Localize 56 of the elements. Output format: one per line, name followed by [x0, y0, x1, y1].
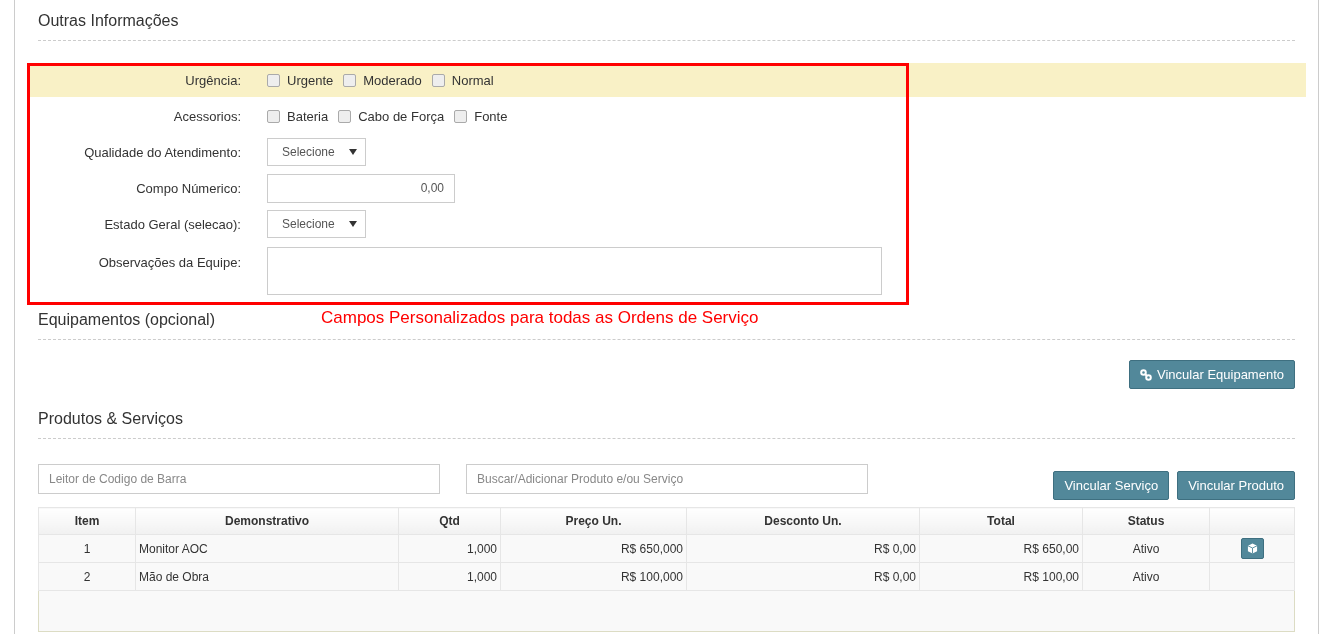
table-cell: 1,000: [398, 534, 501, 563]
number-field[interactable]: 0,00: [267, 173, 455, 203]
table-cell: 2: [38, 562, 136, 591]
column-header: Status: [1082, 507, 1210, 535]
table-cell: R$ 100,000: [500, 562, 687, 591]
checkbox[interactable]: [338, 109, 352, 123]
link-equipment-button[interactable]: Vincular Equipamento: [1129, 360, 1295, 389]
barcode-field[interactable]: Leitor de Codigo de Barra: [38, 464, 440, 494]
field-label: Observações da Equipe:: [97, 254, 242, 270]
field-label: Urgência:: [184, 72, 242, 88]
section-title: Produtos & Serviços: [38, 404, 1295, 439]
field-label: Estado Geral (selecao):: [103, 216, 242, 232]
table-cell: R$ 650,000: [500, 534, 687, 563]
checkbox-label: Moderado: [363, 72, 422, 88]
field-label: Qualidade do Atendimento:: [83, 144, 242, 160]
checkbox[interactable]: [454, 109, 468, 123]
column-header: Total: [919, 507, 1083, 535]
table-cell: R$ 0,00: [686, 562, 920, 591]
table-cell: Monitor AOC: [135, 534, 399, 563]
column-header: Demonstrativo: [135, 507, 399, 535]
column-header: Desconto Un.: [686, 507, 920, 535]
textarea-field[interactable]: [267, 247, 882, 295]
column-header: Item: [38, 507, 136, 535]
checkbox-label: Cabo de Força: [358, 108, 445, 124]
table-cell: R$ 650,00: [919, 534, 1083, 563]
link-button[interactable]: Vincular Serviço: [1053, 471, 1170, 500]
checkbox[interactable]: [267, 109, 280, 123]
checkbox[interactable]: [431, 73, 445, 87]
column-header: Qtd: [398, 507, 501, 535]
select-dropdown[interactable]: Selecione: [267, 138, 366, 166]
link-button[interactable]: Vincular Produto: [1177, 471, 1295, 500]
table-cell: Mão de Obra: [135, 562, 399, 591]
box-button[interactable]: [1240, 538, 1264, 559]
checkbox[interactable]: [267, 73, 280, 87]
table-cell: 1: [38, 534, 136, 563]
field-label: Acessorios:: [172, 108, 242, 124]
product-search-field[interactable]: Buscar/Adicionar Produto e/ou Serviço: [466, 464, 868, 494]
caret-icon: [348, 149, 357, 155]
link-icon: [1140, 368, 1153, 381]
annotation-caption: Campos Personalizados para todas as Ordens de Serviço: [321, 308, 759, 328]
cube-icon: [1246, 543, 1258, 554]
table-cell: Ativo: [1082, 562, 1210, 591]
table-cell: R$ 0,00: [686, 534, 920, 563]
checkbox-label: Fonte: [474, 108, 508, 124]
select-dropdown[interactable]: Selecione: [267, 210, 366, 238]
checkbox[interactable]: [343, 73, 357, 87]
field-label: Compo Númerico:: [135, 180, 242, 196]
caret-icon: [348, 221, 357, 227]
section-title: Outras Informações: [38, 0, 1295, 41]
table-cell: 1,000: [398, 562, 501, 591]
checkbox-label: Urgente: [287, 72, 334, 88]
checkbox-label: Normal: [451, 72, 494, 88]
table-cell: R$ 100,00: [919, 562, 1083, 591]
column-header: Preço Un.: [500, 507, 687, 535]
checkbox-label: Bateria: [287, 108, 329, 124]
table-cell: Ativo: [1082, 534, 1210, 563]
